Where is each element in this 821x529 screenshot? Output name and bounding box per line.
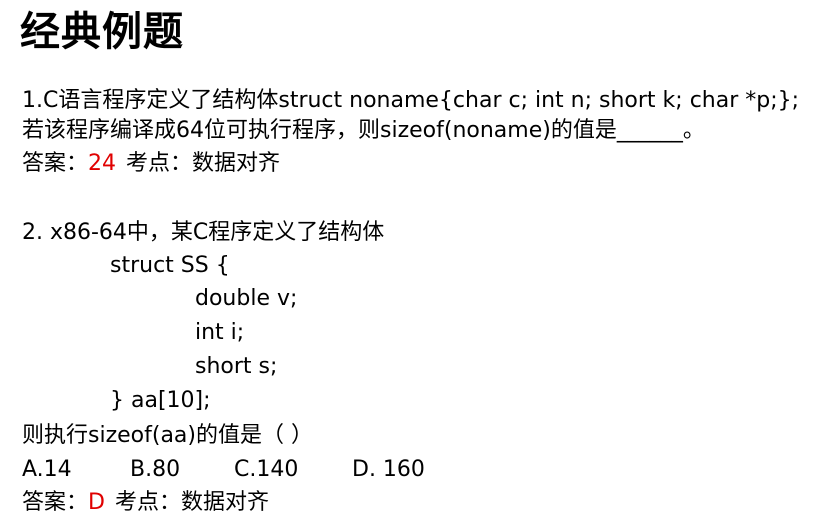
option-d: D. 160 [352,457,425,482]
question-1-line-2: 若该程序编译成64位可执行程序，则sizeof(noname)的值是______… [22,118,705,143]
option-c: C.140 [234,457,299,482]
answer-value: 24 [88,151,117,176]
answer-label: 答案： [22,490,89,515]
option-b: B.80 [130,457,181,482]
page-title: 经典例题 [20,9,184,55]
question-2-prompt: 则执行sizeof(aa)的值是（ ） [22,423,313,448]
code-line: double v; [195,286,298,311]
code-line: } aa[10]; [110,388,211,413]
code-line: struct SS { [110,253,230,278]
code-line: short s; [195,354,278,379]
question-2-answer: 答案：D 考点：数据对齐 [22,488,269,518]
question-1-answer: 答案：24 考点：数据对齐 [22,149,280,179]
answer-label: 答案： [22,151,89,176]
code-line: int i; [195,320,245,345]
option-a: A.14 [22,457,72,482]
topic-label: 考点：数据对齐 [114,490,269,515]
question-1-line-1: 1.C语言程序定义了结构体struct noname{char c; int n… [22,88,800,113]
topic-label: 考点：数据对齐 [126,151,281,176]
question-2-options: A.14 B.80 C.140 D. 160 [22,455,425,485]
question-2-line-1: 2. x86-64中，某C程序定义了结构体 [22,220,385,245]
answer-value: D [88,490,105,515]
